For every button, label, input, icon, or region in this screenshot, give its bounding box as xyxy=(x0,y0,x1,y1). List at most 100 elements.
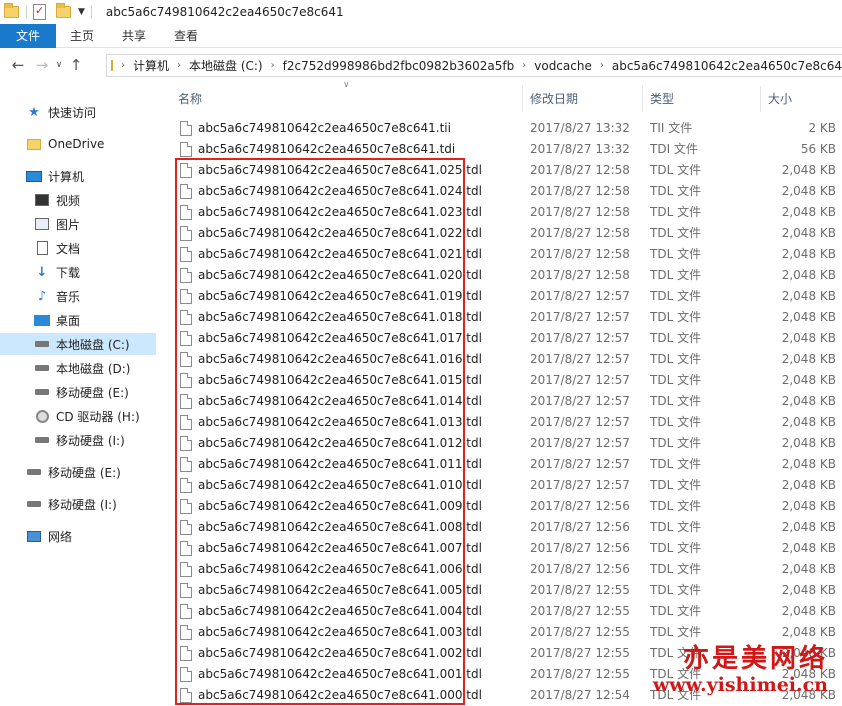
column-header-type[interactable]: 类型 xyxy=(642,86,760,112)
file-size: 2 KB xyxy=(808,121,836,135)
chevron-right-icon[interactable]: › xyxy=(596,60,608,71)
folder-icon xyxy=(26,136,42,152)
nav-item-downloads[interactable]: ↓ 下载 xyxy=(34,261,80,283)
file-row[interactable]: abc5a6c749810642c2ea4650c7e8c641.007.tdl… xyxy=(160,538,842,559)
file-size: 2,048 KB xyxy=(781,604,836,618)
file-name: abc5a6c749810642c2ea4650c7e8c641.017.tdl xyxy=(198,331,482,345)
file-size: 2,048 KB xyxy=(781,310,836,324)
breadcrumb-drive-c[interactable]: 本地磁盘 (C:) xyxy=(185,57,267,74)
file-row[interactable]: abc5a6c749810642c2ea4650c7e8c641.014.tdl… xyxy=(160,391,842,412)
file-row[interactable]: abc5a6c749810642c2ea4650c7e8c641.008.tdl… xyxy=(160,517,842,538)
breadcrumb-computer[interactable]: 计算机 xyxy=(129,57,173,74)
title-separator xyxy=(90,5,92,19)
file-icon xyxy=(180,289,192,304)
file-date: 2017/8/27 12:58 xyxy=(530,163,630,177)
tab-home[interactable]: 主页 xyxy=(56,24,108,48)
nav-item-music[interactable]: ♪ 音乐 xyxy=(34,285,80,307)
file-name: abc5a6c749810642c2ea4650c7e8c641.012.tdl xyxy=(198,436,482,450)
file-row[interactable]: abc5a6c749810642c2ea4650c7e8c641.021.tdl… xyxy=(160,244,842,265)
file-size: 2,048 KB xyxy=(781,331,836,345)
nav-item-drive-c[interactable]: 本地磁盘 (C:) xyxy=(0,333,156,355)
file-icon xyxy=(180,499,192,514)
recent-locations-chevron-icon[interactable]: ∨ xyxy=(52,60,66,70)
file-row[interactable]: abc5a6c749810642c2ea4650c7e8c641.009.tdl… xyxy=(160,496,842,517)
document-icon xyxy=(34,240,50,256)
nav-item-removable-e[interactable]: 移动硬盘 (E:) xyxy=(26,461,121,483)
file-name: abc5a6c749810642c2ea4650c7e8c641.015.tdl xyxy=(198,373,482,387)
file-type: TDL 文件 xyxy=(650,163,702,177)
column-header: 名称 修改日期 类型 大小 xyxy=(160,86,842,112)
breadcrumb-vodcache[interactable]: vodcache xyxy=(530,59,596,73)
nav-item-onedrive[interactable]: OneDrive xyxy=(26,133,104,155)
file-row[interactable]: abc5a6c749810642c2ea4650c7e8c641.004.tdl… xyxy=(160,601,842,622)
file-row[interactable]: abc5a6c749810642c2ea4650c7e8c641.016.tdl… xyxy=(160,349,842,370)
file-row[interactable]: abc5a6c749810642c2ea4650c7e8c641.023.tdl… xyxy=(160,202,842,223)
file-icon xyxy=(180,310,192,325)
nav-item-desktop[interactable]: 桌面 xyxy=(34,309,80,331)
file-row[interactable]: abc5a6c749810642c2ea4650c7e8c641.024.tdl… xyxy=(160,181,842,202)
nav-item-quick-access[interactable]: ★ 快速访问 xyxy=(26,101,96,123)
back-arrow-icon[interactable]: ← xyxy=(8,56,28,74)
chevron-right-icon[interactable]: › xyxy=(173,60,185,71)
nav-item-drive-e[interactable]: 移动硬盘 (E:) xyxy=(34,381,129,403)
nav-item-network[interactable]: 网络 xyxy=(26,525,72,547)
nav-item-videos[interactable]: 视频 xyxy=(34,189,80,211)
chevron-right-icon[interactable]: › xyxy=(267,60,279,71)
chevron-right-icon[interactable]: › xyxy=(117,60,129,71)
file-row[interactable]: abc5a6c749810642c2ea4650c7e8c641.022.tdl… xyxy=(160,223,842,244)
file-icon xyxy=(180,142,192,157)
nav-item-removable-i[interactable]: 移动硬盘 (I:) xyxy=(26,493,117,515)
column-header-size[interactable]: 大小 xyxy=(760,86,842,112)
file-name: abc5a6c749810642c2ea4650c7e8c641.001.tdl xyxy=(198,667,482,681)
chevron-right-icon[interactable]: › xyxy=(518,60,530,71)
file-row[interactable]: abc5a6c749810642c2ea4650c7e8c641.019.tdl… xyxy=(160,286,842,307)
nav-item-label: 移动硬盘 (E:) xyxy=(56,385,129,400)
file-icon xyxy=(180,163,192,178)
file-size: 2,048 KB xyxy=(781,373,836,387)
file-icon xyxy=(180,520,192,535)
file-icon xyxy=(180,457,192,472)
file-row[interactable]: abc5a6c749810642c2ea4650c7e8c641.015.tdl… xyxy=(160,370,842,391)
file-row[interactable]: abc5a6c749810642c2ea4650c7e8c641.006.tdl… xyxy=(160,559,842,580)
file-row[interactable]: abc5a6c749810642c2ea4650c7e8c641.011.tdl… xyxy=(160,454,842,475)
column-header-date[interactable]: 修改日期 xyxy=(522,86,642,112)
nav-item-drive-i[interactable]: 移动硬盘 (I:) xyxy=(34,429,125,451)
new-folder-icon[interactable] xyxy=(56,3,72,20)
file-row[interactable]: abc5a6c749810642c2ea4650c7e8c641.010.tdl… xyxy=(160,475,842,496)
file-row[interactable]: abc5a6c749810642c2ea4650c7e8c641.020.tdl… xyxy=(160,265,842,286)
nav-item-label: OneDrive xyxy=(48,137,105,151)
nav-item-documents[interactable]: 文档 xyxy=(34,237,80,259)
file-date: 2017/8/27 12:58 xyxy=(530,205,630,219)
tab-view[interactable]: 查看 xyxy=(160,24,212,48)
properties-icon[interactable] xyxy=(33,4,46,20)
nav-item-drive-d[interactable]: 本地磁盘 (D:) xyxy=(34,357,130,379)
file-date: 2017/8/27 12:55 xyxy=(530,667,630,681)
file-row[interactable]: abc5a6c749810642c2ea4650c7e8c641.018.tdl… xyxy=(160,307,842,328)
file-row[interactable]: abc5a6c749810642c2ea4650c7e8c641.003.tdl… xyxy=(160,622,842,643)
breadcrumb-current[interactable]: abc5a6c749810642c2ea4650c7e8c641 xyxy=(608,59,842,73)
address-bar[interactable]: › 计算机 › 本地磁盘 (C:) › f2c752d998986bd2fbc0… xyxy=(106,54,842,77)
tab-share[interactable]: 共享 xyxy=(108,24,160,48)
file-row[interactable]: abc5a6c749810642c2ea4650c7e8c641.tdi 2017… xyxy=(160,139,842,160)
column-header-name[interactable]: 名称 xyxy=(170,86,522,112)
file-row[interactable]: abc5a6c749810642c2ea4650c7e8c641.025.tdl… xyxy=(160,160,842,181)
nav-item-computer[interactable]: 计算机 xyxy=(26,165,84,187)
tab-file[interactable]: 文件 xyxy=(0,24,56,48)
file-row[interactable]: abc5a6c749810642c2ea4650c7e8c641.tii 2017… xyxy=(160,118,842,139)
up-arrow-icon[interactable]: ↑ xyxy=(66,56,86,74)
forward-arrow-icon[interactable]: → xyxy=(32,56,52,74)
file-row[interactable]: abc5a6c749810642c2ea4650c7e8c641.017.tdl… xyxy=(160,328,842,349)
file-icon xyxy=(180,625,192,640)
file-row[interactable]: abc5a6c749810642c2ea4650c7e8c641.012.tdl… xyxy=(160,433,842,454)
breadcrumb-folder-hash[interactable]: f2c752d998986bd2fbc0982b3602a5fb xyxy=(279,59,519,73)
file-row[interactable]: abc5a6c749810642c2ea4650c7e8c641.005.tdl… xyxy=(160,580,842,601)
file-icon xyxy=(180,583,192,598)
picture-icon xyxy=(34,216,50,232)
file-type: TDL 文件 xyxy=(650,541,702,555)
customize-quick-access-arrow-icon[interactable]: ▼ xyxy=(78,7,85,17)
file-size: 2,048 KB xyxy=(781,247,836,261)
nav-item-drive-h[interactable]: CD 驱动器 (H:) xyxy=(34,405,140,427)
file-row[interactable]: abc5a6c749810642c2ea4650c7e8c641.013.tdl… xyxy=(160,412,842,433)
nav-item-pictures[interactable]: 图片 xyxy=(34,213,80,235)
file-type: TDI 文件 xyxy=(650,142,698,156)
